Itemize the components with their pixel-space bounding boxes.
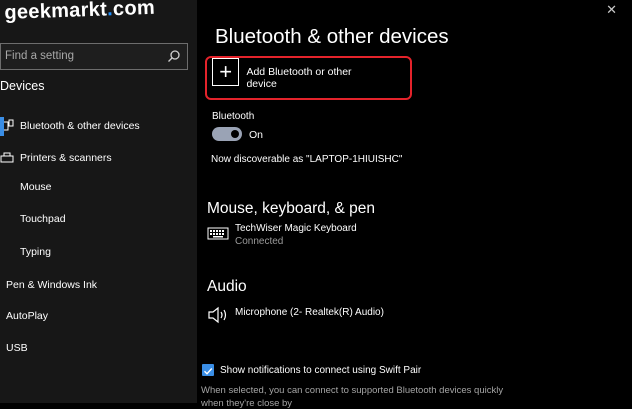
add-device-button[interactable]: + Add Bluetooth or other device xyxy=(212,58,382,90)
swift-pair-label: Show notifications to connect using Swif… xyxy=(220,365,422,376)
add-device-label: Add Bluetooth or other device xyxy=(246,66,352,90)
sidebar-item-label: Printers & scanners xyxy=(20,152,112,164)
close-window-button[interactable]: ✕ xyxy=(606,2,617,18)
sidebar-item-label: AutoPlay xyxy=(6,310,49,322)
bluetooth-label: Bluetooth xyxy=(212,111,255,122)
microphone-device[interactable]: Microphone (2- Realtek(R) Audio) xyxy=(207,304,384,324)
mouse-keyboard-heading: Mouse, keyboard, & pen xyxy=(207,200,376,217)
swift-pair-checkbox[interactable] xyxy=(202,364,214,376)
mouse-icon xyxy=(0,180,14,194)
keyboard-icon xyxy=(207,227,229,240)
sidebar-item-label: Pen & Windows Ink xyxy=(6,279,98,291)
printer-icon xyxy=(0,152,14,163)
swift-pair-note-continued: when they're close by xyxy=(201,398,293,409)
sidebar-item-bluetooth[interactable]: Bluetooth & other devices xyxy=(0,111,197,141)
speaker-icon xyxy=(208,306,227,324)
sidebar-item-label: Touchpad xyxy=(20,213,66,225)
watermark-mid: eekmarkt xyxy=(16,0,108,24)
sidebar-item-label: Mouse xyxy=(20,181,52,193)
sidebar-item-autoplay[interactable]: AutoPlay xyxy=(0,301,197,331)
touchpad-icon xyxy=(0,212,14,226)
bluetooth-icon xyxy=(0,119,14,131)
microphone-name: Microphone (2- Realtek(R) Audio) xyxy=(235,307,384,318)
main-content: ✕ Bluetooth & other devices + Add Blueto… xyxy=(197,0,632,409)
watermark-post: com xyxy=(112,0,156,21)
search-input[interactable]: Find a setting xyxy=(0,43,188,70)
sidebar-item-label: Bluetooth & other devices xyxy=(20,120,140,132)
bluetooth-toggle[interactable] xyxy=(212,127,242,141)
swift-pair-note: When selected, you can connect to suppor… xyxy=(201,385,504,396)
sidebar: geekmarkt.com Find a setting Devices Blu… xyxy=(0,0,197,403)
keyboard-status: Connected xyxy=(235,236,284,247)
page-title: Bluetooth & other devices xyxy=(215,25,449,48)
plus-icon: + xyxy=(212,58,240,86)
watermark-logo: geekmarkt.com xyxy=(4,0,155,25)
sidebar-item-typing[interactable]: Typing xyxy=(0,237,197,267)
keyboard-icon xyxy=(0,245,14,259)
watermark-pre: g xyxy=(4,1,18,24)
sidebar-section-title: Devices xyxy=(0,79,45,93)
sidebar-item-printers[interactable]: Printers & scanners xyxy=(0,143,197,173)
keyboard-device[interactable]: TechWiser Magic Keyboard Connected xyxy=(207,223,357,247)
search-icon[interactable] xyxy=(167,49,181,63)
discoverable-text: Now discoverable as "LAPTOP-1HIUISHC" xyxy=(211,154,403,165)
sidebar-item-label: Typing xyxy=(20,246,51,258)
sidebar-item-pen[interactable]: Pen & Windows Ink xyxy=(0,270,197,300)
audio-heading: Audio xyxy=(207,278,247,295)
checkmark-icon xyxy=(204,368,213,375)
search-placeholder: Find a setting xyxy=(5,50,75,62)
keyboard-name: TechWiser Magic Keyboard xyxy=(235,223,357,234)
sidebar-item-mouse[interactable]: Mouse xyxy=(0,172,197,202)
sidebar-item-touchpad[interactable]: Touchpad xyxy=(0,204,197,234)
sidebar-item-usb[interactable]: USB xyxy=(0,333,197,363)
toggle-state: On xyxy=(249,129,264,141)
sidebar-item-label: USB xyxy=(6,342,28,354)
